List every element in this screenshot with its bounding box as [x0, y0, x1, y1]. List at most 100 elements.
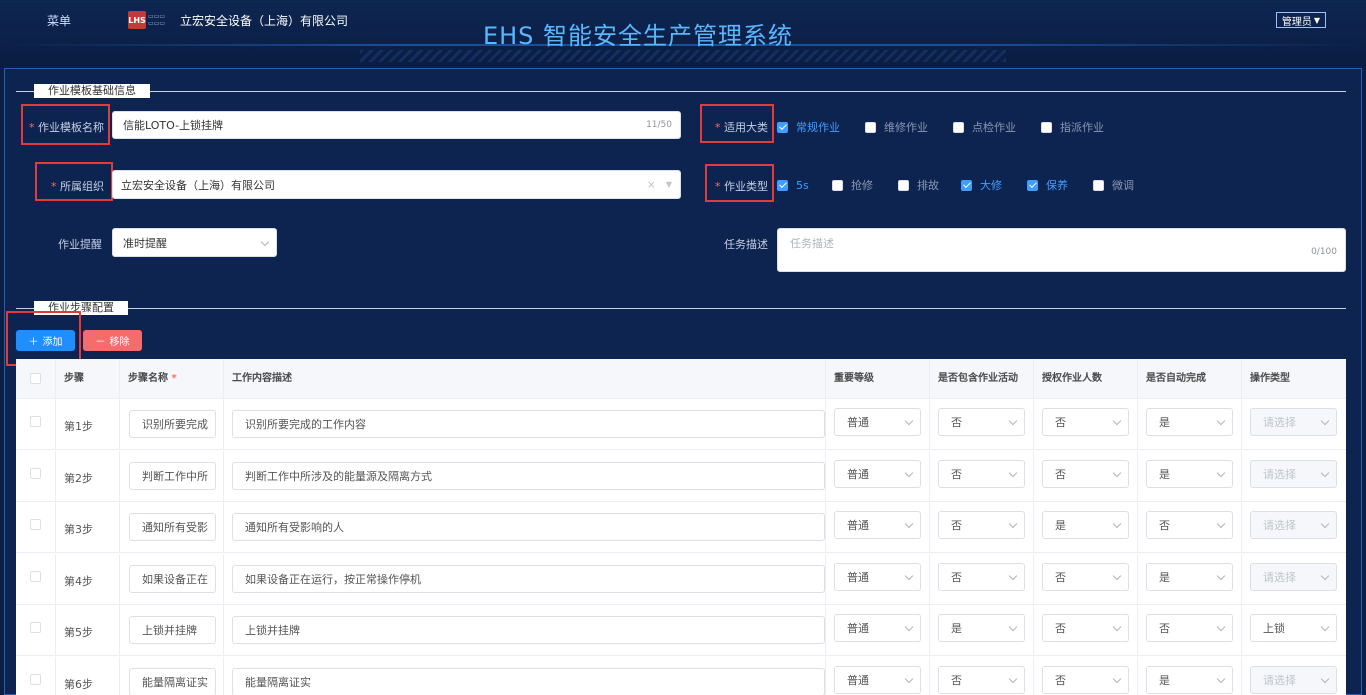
- auth-count-select[interactable]: 否: [1042, 665, 1129, 694]
- job-type-option-troubleshoot[interactable]: 排故: [898, 177, 961, 193]
- select-value: 请选择: [1263, 467, 1296, 481]
- row-checkbox[interactable]: [30, 622, 41, 633]
- header-step-name: 步骤名称 *: [120, 359, 224, 399]
- select-value: 否: [951, 467, 962, 481]
- select-all-checkbox[interactable]: [30, 372, 41, 384]
- activity-select[interactable]: 是: [938, 614, 1025, 642]
- importance-select[interactable]: 普通: [834, 614, 921, 642]
- auto-complete-select[interactable]: 是: [1146, 562, 1233, 591]
- step-name-input[interactable]: 上锁并挂牌: [129, 616, 216, 644]
- category-option-assigned[interactable]: 指派作业: [1041, 119, 1129, 135]
- importance-select[interactable]: 普通: [834, 665, 921, 694]
- checkbox[interactable]: [777, 121, 788, 133]
- auth-count-select[interactable]: 否: [1042, 562, 1129, 591]
- category-option-inspection[interactable]: 点检作业: [953, 119, 1041, 135]
- section-divider: [16, 308, 1346, 309]
- table-row: 第3步 通知所有受影 通知所有受影响的人 普通 否 是 否 请选择: [16, 502, 1346, 553]
- row-checkbox[interactable]: [30, 416, 41, 427]
- add-button[interactable]: ＋添加: [16, 330, 75, 351]
- auth-count-select-cell: 否: [1034, 656, 1138, 695]
- chevron-down-icon: [904, 468, 914, 477]
- auth-count-select[interactable]: 否: [1042, 459, 1129, 488]
- activity-select[interactable]: 否: [938, 459, 1025, 488]
- checkbox[interactable]: [832, 179, 843, 191]
- auto-complete-select-cell: 否: [1138, 605, 1242, 656]
- checkbox[interactable]: [898, 179, 909, 191]
- select-value: 是: [1055, 519, 1066, 532]
- importance-select[interactable]: 普通: [834, 459, 921, 488]
- work-desc-input[interactable]: 识别所要完成的工作内容: [232, 410, 825, 438]
- importance-select[interactable]: 普通: [834, 562, 921, 591]
- auth-count-select-cell: 否: [1034, 553, 1138, 605]
- chevron-down-icon: [1216, 674, 1226, 683]
- checkbox[interactable]: [1027, 179, 1038, 191]
- auto-complete-select[interactable]: 是: [1146, 665, 1233, 694]
- op-type-select[interactable]: 请选择: [1250, 408, 1337, 436]
- auth-count-select[interactable]: 否: [1042, 408, 1129, 436]
- op-type-select[interactable]: 请选择: [1250, 665, 1337, 694]
- work-desc-input[interactable]: 判断工作中所涉及的能量源及隔离方式: [232, 461, 825, 490]
- row-checkbox[interactable]: [30, 570, 41, 582]
- organization-select[interactable]: 立宏安全设备（上海）有限公司 × ▼: [112, 170, 681, 199]
- description-textarea[interactable]: 任务描述 0/100: [777, 228, 1346, 272]
- category-option-regular[interactable]: 常规作业: [777, 119, 865, 135]
- header-auto-complete: 是否自动完成: [1138, 359, 1242, 399]
- row-checkbox[interactable]: [30, 673, 41, 685]
- work-desc-input[interactable]: 如果设备正在运行，按正常操作停机: [232, 564, 825, 593]
- op-type-select[interactable]: 上锁: [1250, 614, 1337, 642]
- step-name-input[interactable]: 能量隔离证实: [129, 667, 216, 695]
- auto-complete-select[interactable]: 是: [1146, 408, 1233, 436]
- op-type-select[interactable]: 请选择: [1250, 511, 1337, 539]
- chevron-down-icon: [1216, 416, 1226, 426]
- work-desc-input[interactable]: 上锁并挂牌: [232, 616, 825, 644]
- op-type-select-cell: 请选择: [1242, 399, 1346, 450]
- chevron-down-icon: [1216, 468, 1226, 477]
- auto-complete-select[interactable]: 是: [1146, 459, 1233, 488]
- checkbox[interactable]: [961, 179, 972, 191]
- admin-menu-button[interactable]: 管理员 ▼: [1276, 12, 1326, 28]
- auto-complete-select[interactable]: 否: [1146, 614, 1233, 642]
- plus-icon: ＋: [28, 337, 39, 348]
- activity-select[interactable]: 否: [938, 665, 1025, 694]
- job-type-option-adjust[interactable]: 微调: [1093, 177, 1159, 193]
- work-desc-input[interactable]: 能量隔离证实: [232, 667, 825, 695]
- category-label: * 适用大类: [715, 121, 768, 134]
- step-name-input[interactable]: 如果设备正在: [129, 564, 216, 593]
- select-value: 请选择: [1263, 570, 1296, 584]
- auto-complete-select[interactable]: 否: [1146, 511, 1233, 539]
- chevron-down-icon: [904, 674, 914, 683]
- activity-select[interactable]: 否: [938, 562, 1025, 591]
- activity-select[interactable]: 否: [938, 511, 1025, 539]
- step-name-input[interactable]: 通知所有受影: [129, 513, 216, 541]
- checkbox[interactable]: [1093, 179, 1104, 191]
- clear-icon[interactable]: ×: [647, 178, 656, 191]
- work-desc-cell: 通知所有受影响的人: [224, 502, 826, 553]
- activity-select[interactable]: 否: [938, 408, 1025, 436]
- step-name-input[interactable]: 识别所要完成: [129, 410, 216, 438]
- importance-select[interactable]: 普通: [834, 511, 921, 539]
- step-name-input[interactable]: 判断工作中所: [129, 461, 216, 490]
- checkbox[interactable]: [953, 121, 964, 133]
- checkbox[interactable]: [777, 179, 788, 191]
- job-type-option-maintain[interactable]: 保养: [1027, 177, 1093, 193]
- chevron-down-icon: [1216, 622, 1226, 632]
- remove-button[interactable]: －移除: [83, 330, 142, 351]
- job-type-option-overhaul[interactable]: 大修: [961, 177, 1027, 193]
- op-type-select[interactable]: 请选择: [1250, 459, 1337, 488]
- reminder-select[interactable]: 准时提醒: [112, 228, 277, 257]
- row-select-cell: [16, 399, 56, 450]
- job-type-option-repair[interactable]: 抢修: [832, 177, 898, 193]
- row-checkbox[interactable]: [30, 519, 41, 530]
- checkbox[interactable]: [865, 121, 876, 133]
- work-desc-input[interactable]: 通知所有受影响的人: [232, 513, 825, 541]
- template-name-input[interactable]: 信能LOTO-上锁挂牌 11/50: [112, 111, 681, 139]
- auth-count-select[interactable]: 否: [1042, 614, 1129, 642]
- importance-select[interactable]: 普通: [834, 408, 921, 436]
- op-type-select[interactable]: 请选择: [1250, 562, 1337, 591]
- reminder-value: 准时提醒: [123, 236, 167, 250]
- row-checkbox[interactable]: [30, 467, 41, 479]
- auth-count-select[interactable]: 是: [1042, 511, 1129, 539]
- category-option-maintenance[interactable]: 维修作业: [865, 119, 953, 135]
- checkbox[interactable]: [1041, 121, 1052, 133]
- job-type-option-5s[interactable]: 5s: [777, 179, 832, 192]
